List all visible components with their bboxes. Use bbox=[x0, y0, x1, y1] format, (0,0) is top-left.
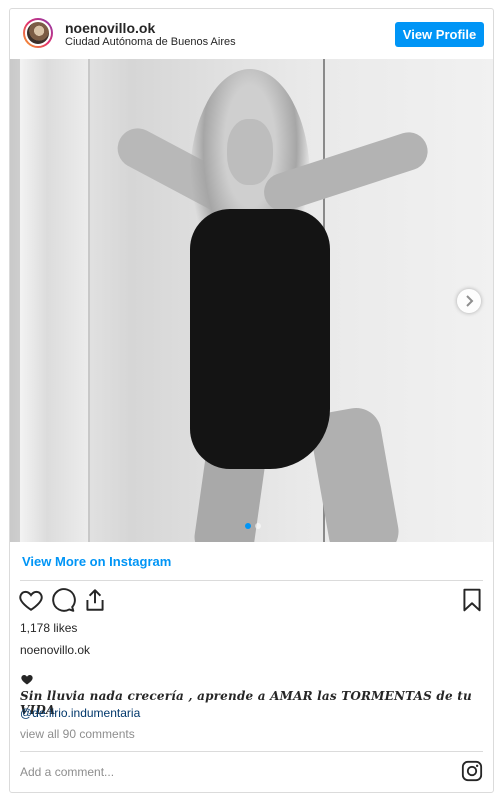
bookmark-icon[interactable] bbox=[459, 587, 485, 613]
instagram-embed-card: noenovillo.ok Ciudad Autónoma de Buenos … bbox=[9, 8, 494, 793]
view-comments-link[interactable]: view all 90 comments bbox=[20, 727, 135, 741]
avatar[interactable] bbox=[23, 18, 53, 48]
caption-author[interactable]: noenovillo.ok bbox=[20, 643, 90, 657]
heart-icon[interactable] bbox=[18, 587, 44, 613]
carousel-dot-active bbox=[245, 523, 251, 529]
photo-face bbox=[227, 119, 273, 185]
divider bbox=[20, 580, 483, 581]
post-header: noenovillo.ok Ciudad Autónoma de Buenos … bbox=[10, 9, 493, 59]
black-heart-icon bbox=[21, 675, 33, 685]
post-photo[interactable] bbox=[10, 59, 493, 542]
avatar-image bbox=[25, 20, 51, 46]
share-icon[interactable] bbox=[82, 587, 108, 613]
photo-figure bbox=[90, 59, 450, 542]
caption-mention[interactable]: @de.lirio.indumentaria bbox=[20, 706, 140, 720]
divider bbox=[20, 751, 483, 752]
chevron-right-icon bbox=[466, 295, 474, 307]
username[interactable]: noenovillo.ok bbox=[65, 20, 155, 36]
action-bar bbox=[10, 587, 493, 617]
location[interactable]: Ciudad Autónoma de Buenos Aires bbox=[65, 36, 236, 48]
instagram-icon[interactable] bbox=[461, 760, 483, 782]
view-profile-button[interactable]: View Profile bbox=[395, 22, 484, 47]
comment-icon[interactable] bbox=[50, 587, 76, 613]
carousel-next-button[interactable] bbox=[457, 289, 481, 313]
carousel-dot bbox=[255, 523, 261, 529]
carousel-dots bbox=[245, 523, 261, 529]
add-comment-input[interactable]: Add a comment... bbox=[20, 765, 114, 779]
photo-door bbox=[20, 59, 90, 542]
view-more-link[interactable]: View More on Instagram bbox=[22, 554, 171, 569]
photo-bodysuit bbox=[190, 209, 330, 469]
like-count[interactable]: 1,178 likes bbox=[20, 621, 77, 635]
